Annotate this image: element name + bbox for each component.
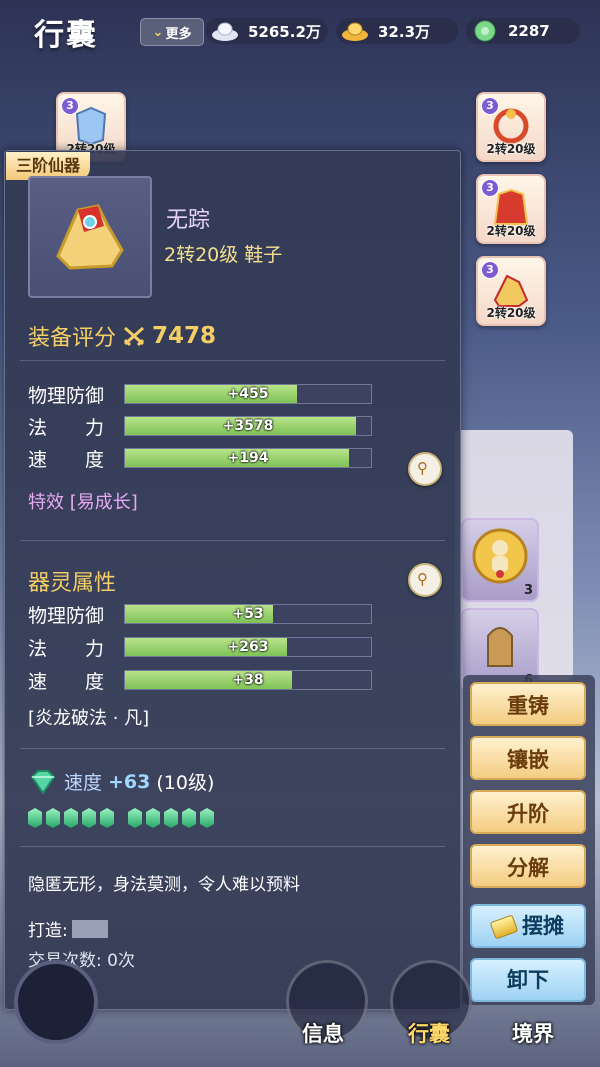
stat-bar: +455 xyxy=(124,384,372,404)
statue-icon xyxy=(487,627,513,667)
divider xyxy=(20,748,445,749)
decompose-button[interactable]: 分解 xyxy=(470,844,586,888)
gem-slot xyxy=(200,808,214,828)
stat-label: 物理防御 xyxy=(28,384,105,407)
equipment-score: 装备评分 7478 xyxy=(28,320,216,352)
soul-row-mana: 法 力 +263 xyxy=(28,635,372,660)
jade-currency[interactable]: 2287 xyxy=(466,18,580,44)
slot-caption: 2转20级 xyxy=(486,306,536,320)
item-level-type: 2转20级 鞋子 xyxy=(164,244,283,266)
magnifier-icon: ⚲ xyxy=(417,459,428,477)
boots-icon xyxy=(56,204,124,270)
gem-bonus: +63 xyxy=(108,770,151,793)
slot-caption: 2转20级 xyxy=(486,142,536,156)
forged-by: 打造: xyxy=(28,916,108,941)
stat-value: +3578 xyxy=(222,418,274,434)
bag-item-cell[interactable]: 3 xyxy=(461,518,539,602)
chevron-down-icon: ⌄ xyxy=(152,24,164,40)
top-bar: 行囊 ⌄ 更多 5265.2万 32.3万 2287 xyxy=(0,0,600,64)
stat-label: 法 力 xyxy=(28,416,105,439)
gold-ingot-icon xyxy=(342,22,368,41)
gold-currency[interactable]: 32.3万 xyxy=(336,18,458,44)
stall-button[interactable]: 摆摊 xyxy=(470,904,586,948)
silver-value: 5265.2万 xyxy=(248,22,321,41)
inlay-button[interactable]: 镶嵌 xyxy=(470,736,586,780)
forger-name-redacted xyxy=(71,919,108,938)
stat-row-physical-defense: 物理防御 +455 xyxy=(28,382,372,407)
jade-value: 2287 xyxy=(508,22,550,40)
forge-label: 打造: xyxy=(28,921,68,941)
stat-label: 速 度 xyxy=(28,670,105,693)
magnifier-icon: ⚲ xyxy=(417,570,428,588)
stat-value: +263 xyxy=(227,639,269,655)
stat-bar: +263 xyxy=(124,637,372,657)
stat-value: +38 xyxy=(232,672,264,688)
more-label: 更多 xyxy=(165,26,192,42)
nav-info[interactable]: 信息 xyxy=(302,1018,344,1048)
divider xyxy=(20,846,445,847)
inspect-stats-button[interactable]: ⚲ xyxy=(408,452,442,486)
stat-row-mana: 法 力 +3578 xyxy=(28,414,372,439)
gem-slot xyxy=(146,808,160,828)
equip-slot-boots[interactable]: 3 2转20级 xyxy=(476,256,546,326)
soul-row-speed: 速 度 +38 xyxy=(28,668,372,693)
stat-bar: +3578 xyxy=(124,416,372,436)
stat-label: 速 度 xyxy=(28,448,105,471)
recast-button[interactable]: 重铸 xyxy=(470,682,586,726)
score-value: 7478 xyxy=(152,323,217,349)
gem-slots xyxy=(28,808,218,828)
silver-currency[interactable]: 5265.2万 xyxy=(206,18,328,44)
nav-realm[interactable]: 境界 xyxy=(512,1018,554,1048)
gold-value: 32.3万 xyxy=(378,22,431,41)
nav-bag[interactable]: 行囊 xyxy=(408,1018,450,1048)
item-description: 隐匿无形，身法莫测，令人难以预料 xyxy=(28,875,300,895)
gingerbread-icon xyxy=(472,528,528,584)
gem-slot xyxy=(82,808,96,828)
stat-value: +53 xyxy=(232,606,264,622)
divider xyxy=(20,540,445,541)
gem-slot xyxy=(64,808,78,828)
back-button[interactable] xyxy=(14,960,98,1044)
bag-item-count: 3 xyxy=(523,583,533,598)
item-name: 无踪 xyxy=(166,208,211,233)
gem-icon xyxy=(30,769,56,795)
divider xyxy=(20,360,445,361)
stat-value: +194 xyxy=(227,450,269,466)
stat-bar: +53 xyxy=(124,604,372,624)
gem-stat: 速度 xyxy=(64,772,103,794)
equip-slot-ring[interactable]: 3 2转20级 xyxy=(476,92,546,162)
item-effect: 特效 [易成长] xyxy=(28,492,138,513)
page-title: 行囊 xyxy=(34,18,98,53)
gem-slot xyxy=(46,808,60,828)
silver-ingot-icon xyxy=(212,22,238,41)
equip-slot-robe[interactable]: 3 2转20级 xyxy=(476,174,546,244)
unequip-button[interactable]: 卸下 xyxy=(470,958,586,1002)
soul-attributes-title: 器灵属性 xyxy=(28,571,117,596)
score-label: 装备评分 xyxy=(28,326,117,351)
upgrade-button[interactable]: 升阶 xyxy=(470,790,586,834)
inspect-soul-button[interactable]: ⚲ xyxy=(408,563,442,597)
soul-row-physical-defense: 物理防御 +53 xyxy=(28,602,372,627)
gold-bar-icon xyxy=(489,914,519,940)
stat-value: +455 xyxy=(227,386,269,402)
gem-slot xyxy=(100,808,114,828)
gem-slot xyxy=(28,808,42,828)
item-icon-box xyxy=(28,176,152,298)
gem-slot xyxy=(164,808,178,828)
stat-bar: +194 xyxy=(124,448,372,468)
more-button[interactable]: ⌄ 更多 xyxy=(140,18,204,46)
gem-bonus-row: 速度 +63 (10级) xyxy=(28,768,214,795)
gem-level: (10级) xyxy=(156,772,215,794)
crossed-swords-icon xyxy=(123,326,145,347)
soul-skill: [炎龙破法 · 凡] xyxy=(28,708,150,729)
stat-label: 物理防御 xyxy=(28,604,105,627)
gem-slot xyxy=(182,808,196,828)
jade-coin-icon xyxy=(474,20,496,42)
stat-label: 法 力 xyxy=(28,637,105,660)
slot-caption: 2转20级 xyxy=(486,224,536,238)
stat-row-speed: 速 度 +194 xyxy=(28,446,372,471)
stall-label: 摆摊 xyxy=(522,914,564,938)
stat-bar: +38 xyxy=(124,670,372,690)
gem-slot xyxy=(128,808,142,828)
